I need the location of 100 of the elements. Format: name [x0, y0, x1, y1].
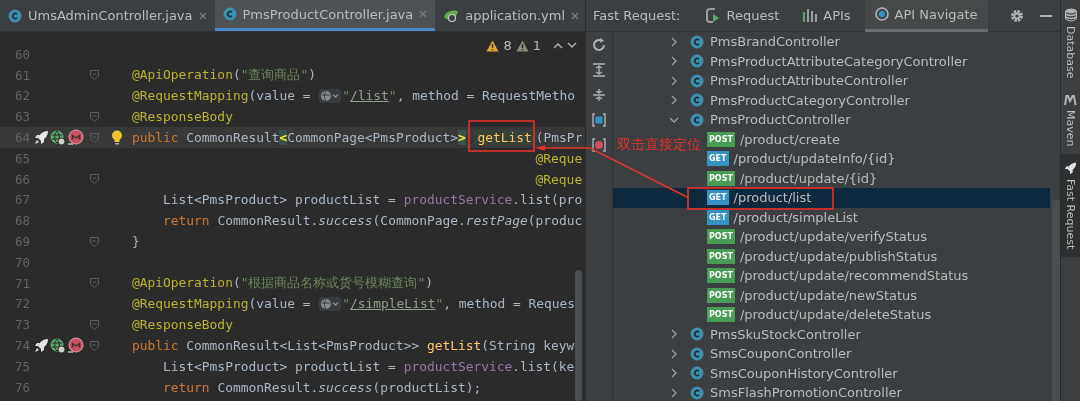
chevron-icon[interactable]: [669, 348, 679, 359]
tree-item[interactable]: POST /product/update/publishStatus: [707, 248, 938, 264]
tree-item[interactable]: SmsCouponController: [690, 346, 852, 362]
chevron-icon[interactable]: [669, 329, 679, 340]
class-icon: [690, 385, 704, 400]
tree-item[interactable]: PmsSkuStockController: [690, 326, 861, 342]
file-tab[interactable]: application.yml: [435, 0, 585, 31]
line-number: 69: [13, 234, 30, 250]
scrollbar[interactable]: [1052, 200, 1060, 401]
annotation-label: 双击直接定位: [617, 136, 701, 154]
down-icon[interactable]: [567, 42, 577, 49]
class-icon: [690, 73, 704, 88]
method-badge: POST: [707, 131, 735, 147]
panel-tab[interactable]: Request: [696, 0, 790, 32]
globe-icon[interactable]: [319, 89, 342, 103]
chevron-icon[interactable]: [669, 36, 679, 47]
code-text: @RequestMapping(value =: [132, 88, 312, 104]
tree-item[interactable]: POST /product/update/newStatus: [707, 287, 918, 303]
tree-item[interactable]: POST /product/update/deleteStatus: [707, 307, 932, 323]
tree-item[interactable]: PmsProductAttributeCategoryController: [690, 53, 968, 69]
settings-icon[interactable]: [1010, 8, 1024, 23]
fold-icon[interactable]: [89, 340, 99, 351]
side-tab[interactable]: Database: [1061, 0, 1080, 87]
mapping-icon[interactable]: [67, 337, 84, 355]
scrollbar[interactable]: [575, 270, 582, 401]
rocket-icon[interactable]: [34, 338, 49, 354]
chevron-icon[interactable]: [669, 56, 679, 67]
tree-item[interactable]: POST /product/update/recommendStatus: [707, 268, 969, 284]
globe-run-icon[interactable]: [50, 129, 66, 146]
code-text: @ResponseBody: [132, 317, 233, 333]
fold-icon[interactable]: [89, 111, 99, 122]
line-number: 63: [13, 109, 30, 125]
line-number: 62: [13, 88, 30, 104]
locate-icon[interactable]: [592, 113, 606, 127]
database-icon: [1064, 8, 1077, 22]
side-tab[interactable]: Maven: [1061, 86, 1080, 154]
fold-icon[interactable]: [89, 236, 99, 247]
globe-run-icon[interactable]: [50, 337, 66, 354]
file-tab[interactable]: UmsAdminController.java: [0, 0, 215, 31]
leaf-icon: [443, 8, 460, 23]
code-text: @ResponseBody: [132, 109, 233, 125]
chevron-icon[interactable]: [669, 95, 679, 106]
fold-icon[interactable]: [89, 174, 99, 185]
method-badge: POST: [707, 307, 735, 323]
highlight-box: [468, 120, 535, 152]
refresh-icon[interactable]: [592, 38, 606, 52]
tree-item[interactable]: PmsProductAttributeController: [690, 73, 908, 89]
tree-item[interactable]: SmsCouponHistoryController: [690, 365, 898, 381]
code-text: List<PmsProduct> productList = productService.list(pro: [163, 192, 583, 208]
fold-icon[interactable]: [89, 278, 99, 289]
line-number: 60: [13, 46, 30, 62]
class-icon: [690, 34, 704, 49]
tree-item[interactable]: POST /product/create: [707, 131, 840, 147]
mapping-icon[interactable]: [592, 138, 606, 152]
tree-item[interactable]: SmsFlashPromotionController: [690, 385, 902, 401]
fold-icon[interactable]: [89, 319, 99, 330]
chevron-icon[interactable]: [669, 75, 679, 86]
code-text: "/list", method = RequestMetho: [342, 88, 576, 104]
tree-item[interactable]: GET /product/list: [707, 190, 812, 206]
tree-item[interactable]: GET /product/updateInfo/{id}: [707, 151, 896, 167]
target-icon: [874, 7, 889, 21]
code-text: return CommonResult.success(CommonPage.restPage(produc: [163, 213, 583, 229]
chevron-icon[interactable]: [669, 368, 679, 379]
code-text: public CommonResult<CommonPage<PmsProduct>> getList (PmsPr: [132, 130, 583, 146]
expand-all-icon[interactable]: [592, 63, 606, 77]
panel-tab[interactable]: APIs: [793, 0, 861, 32]
mapping-icon[interactable]: [67, 129, 84, 147]
code-text: return CommonResult.success(productList);: [163, 379, 482, 395]
line-number: 65: [13, 150, 30, 166]
warning-count[interactable]: 8: [503, 38, 512, 53]
chevron-icon[interactable]: [669, 387, 679, 398]
rocket-icon: [1064, 162, 1077, 175]
warning-count[interactable]: 1: [532, 38, 541, 53]
rocket-icon[interactable]: [34, 130, 49, 146]
tree-item[interactable]: PmsProductController: [690, 112, 851, 128]
line-number: 76: [13, 379, 30, 395]
tree-item[interactable]: POST /product/update/{id}: [707, 170, 878, 186]
collapse-all-icon[interactable]: [592, 88, 606, 102]
line-number: 67: [13, 192, 30, 208]
code-text: List<PmsProduct> productList = productService.list(ke: [163, 358, 575, 374]
tree-item[interactable]: GET /product/simpleList: [707, 209, 858, 225]
method-badge: GET: [707, 151, 729, 167]
class-icon: [690, 327, 704, 342]
side-tab[interactable]: Fast Request: [1061, 154, 1080, 258]
up-icon[interactable]: [553, 42, 563, 49]
code-text: public CommonResult<List<PmsProduct>> getList(String keyw: [132, 338, 575, 354]
panel-tab[interactable]: API Navigate: [864, 0, 988, 32]
tree-item[interactable]: PmsProductCategoryController: [690, 92, 910, 108]
tree-item[interactable]: PmsBrandController: [690, 34, 840, 50]
tree-item[interactable]: POST /product/update/verifyStatus: [707, 229, 927, 245]
line-number: 73: [13, 317, 30, 333]
code-text: }: [132, 234, 140, 250]
globe-icon[interactable]: [319, 296, 342, 311]
bulb-icon[interactable]: [111, 130, 123, 146]
close-icon[interactable]: [571, 11, 580, 20]
method-badge: POST: [707, 170, 735, 186]
fold-icon[interactable]: [89, 70, 99, 81]
close-icon[interactable]: [198, 11, 207, 20]
file-tab[interactable]: PmsProductController.java: [214, 0, 436, 31]
line-number: 75: [13, 358, 30, 374]
